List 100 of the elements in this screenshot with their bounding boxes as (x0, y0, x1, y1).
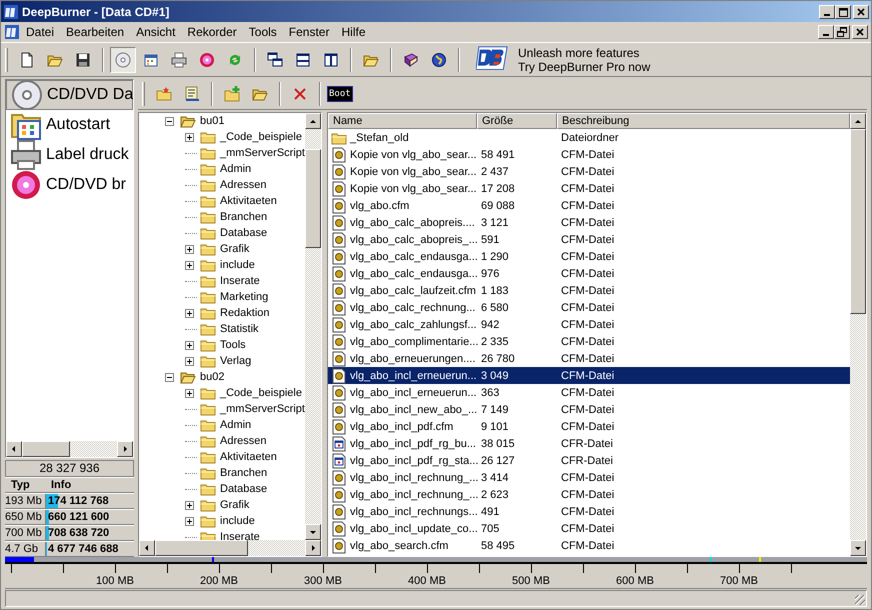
tree-item[interactable]: Admin (219, 163, 252, 175)
tree-item[interactable]: Aktivitaeten (219, 195, 278, 207)
tree-item[interactable]: Aktivitaeten (219, 451, 278, 463)
close-button[interactable] (853, 4, 869, 18)
project-item[interactable]: CD/DVD br (46, 176, 126, 194)
file-row[interactable]: Kopie von vlg_abo_sear... 17 208 CFM-Datei (328, 180, 850, 197)
file-row[interactable]: vlg_abo_incl_new_abo_... 7 149 CFM-Datei (328, 401, 850, 418)
horizontal-scrollbar[interactable] (6, 441, 133, 457)
file-row[interactable]: vlg_abo_incl_rechnung_... 2 623 CFM-Datei (328, 486, 850, 503)
tree-item[interactable]: Redaktion (219, 307, 271, 319)
scroll-left-button[interactable] (6, 441, 22, 457)
file-row[interactable]: vlg_abo_calc_laufzeit.cfm 1 183 CFM-Datei (328, 282, 850, 299)
column-header[interactable]: Beschreibung (557, 113, 850, 129)
file-row[interactable]: vlg_abo_calc_abopreis.... 3 121 CFM-Datei (328, 214, 850, 231)
menu-item[interactable]: Fenster (282, 25, 336, 39)
tree-item[interactable]: Database (219, 227, 268, 239)
file-row[interactable]: vlg_abo_complimentarie... 2 335 CFM-Datei (328, 333, 850, 350)
tree-item[interactable]: Grafik (219, 243, 250, 255)
tree-item[interactable]: Database (219, 483, 268, 495)
file-row[interactable]: vlg_abo_calc_rechnung... 6 580 CFM-Datei (328, 299, 850, 316)
scroll-down-button[interactable] (850, 540, 866, 556)
file-row[interactable]: vlg_abo_calc_endausga... 1 290 CFM-Datei (328, 248, 850, 265)
maximize-button[interactable] (835, 4, 851, 18)
expand-icon[interactable] (185, 516, 194, 526)
column-header[interactable]: Größe (477, 113, 557, 129)
expand-icon[interactable] (185, 308, 194, 318)
boot-button[interactable]: Boot (327, 86, 353, 102)
close-button[interactable] (852, 25, 868, 39)
expand-icon[interactable] (185, 260, 194, 270)
tree-item[interactable]: Branchen (219, 211, 268, 223)
tree-item[interactable]: Branchen (219, 467, 268, 479)
expand-icon[interactable] (185, 340, 194, 350)
scroll-left-button[interactable] (139, 540, 155, 556)
file-row[interactable]: vlg_abo_calc_abopreis_... 591 CFM-Datei (328, 231, 850, 248)
menu-item[interactable]: Hilfe (335, 25, 372, 39)
tree-item[interactable]: Adressen (219, 179, 268, 191)
tree-item[interactable]: Inserate (219, 275, 261, 287)
tree-item[interactable]: _mmServerScript (219, 147, 305, 159)
file-row[interactable]: vlg_abo_incl_erneuerun... 3 049 CFM-Datei (328, 367, 850, 384)
file-row[interactable]: vlg_abo_calc_endausga... 976 CFM-Datei (328, 265, 850, 282)
scroll-thumb[interactable] (155, 540, 248, 556)
tree-item[interactable]: Admin (219, 419, 252, 431)
file-row[interactable]: vlg_abo_incl_rechnung_... 3 414 CFM-Datei (328, 469, 850, 486)
scroll-thumb[interactable] (22, 441, 70, 457)
promo-link[interactable]: Unleash more features (518, 46, 650, 60)
minimize-button[interactable] (819, 4, 835, 18)
expand-icon[interactable] (185, 356, 194, 366)
promo-link[interactable]: Try DeepBurner Pro now (518, 60, 650, 74)
tree-item[interactable]: _mmServerScript (219, 403, 305, 415)
file-row[interactable]: vlg_abo_erneuerungen.... 26 780 CFM-Datei (328, 350, 850, 367)
expand-icon[interactable] (185, 500, 194, 510)
vertical-scrollbar[interactable] (305, 113, 321, 540)
expand-icon[interactable] (185, 132, 194, 142)
scroll-thumb[interactable] (305, 148, 321, 248)
tree-item[interactable]: Adressen (219, 435, 268, 447)
menu-item[interactable]: Tools (242, 25, 283, 39)
column-header[interactable]: Name (328, 113, 477, 129)
file-row[interactable]: vlg_abo_incl_pdf_rg_sta... 26 127 CFR-Datei (328, 452, 850, 469)
collapse-icon[interactable] (165, 372, 174, 382)
tree-item[interactable]: include (219, 259, 256, 271)
scroll-up-button[interactable] (850, 113, 866, 129)
file-row[interactable]: Kopie von vlg_abo_sear... 58 491 CFM-Datei (328, 146, 850, 163)
expand-icon[interactable] (185, 388, 194, 398)
project-item[interactable]: Label druck (46, 146, 129, 164)
tree-item[interactable]: bu02 (199, 371, 226, 383)
minimize-button[interactable] (818, 25, 834, 39)
disc-button[interactable] (110, 46, 136, 72)
restore-button[interactable] (834, 25, 850, 39)
vertical-scrollbar[interactable] (850, 113, 866, 556)
scroll-thumb[interactable] (850, 129, 866, 314)
tree-item[interactable]: bu01 (199, 115, 226, 127)
tree-item[interactable]: include (219, 515, 256, 527)
tree-item[interactable]: Grafik (219, 499, 250, 511)
scroll-up-button[interactable] (305, 113, 321, 129)
scroll-down-button[interactable] (305, 524, 321, 540)
collapse-icon[interactable] (165, 116, 174, 126)
expand-icon[interactable] (185, 244, 194, 254)
tree-item[interactable]: _Code_beispiele (219, 131, 303, 143)
menu-item[interactable]: Bearbeiten (60, 25, 130, 39)
tree-item[interactable]: Tools (219, 339, 247, 351)
scroll-right-button[interactable] (305, 540, 321, 556)
tree-item[interactable]: Inserate (219, 531, 261, 540)
tree-item[interactable]: Marketing (219, 291, 270, 303)
horizontal-scrollbar[interactable] (139, 540, 321, 556)
file-row[interactable]: vlg_abo_incl_pdf_rg_bu... 38 015 CFR-Datei (328, 435, 850, 452)
column-header[interactable]: Typ (5, 478, 45, 492)
menu-item[interactable]: Ansicht (130, 25, 182, 39)
column-header[interactable]: Info (45, 478, 125, 492)
tree-item[interactable]: _Code_beispiele (219, 387, 303, 399)
file-row[interactable]: vlg_abo_incl_rechnungs... 491 CFM-Datei (328, 503, 850, 520)
file-row[interactable]: _Stefan_old Dateiordner (328, 129, 850, 146)
file-row[interactable]: vlg_abo_incl_pdf.cfm 9 101 CFM-Datei (328, 418, 850, 435)
file-row[interactable]: vlg_abo_search.cfm 58 495 CFM-Datei (328, 537, 850, 554)
file-row[interactable]: vlg_abo_incl_erneuerun... 363 CFM-Datei (328, 384, 850, 401)
file-row[interactable]: Kopie von vlg_abo_sear... 2 437 CFM-Datei (328, 163, 850, 180)
project-item[interactable]: Autostart (46, 116, 110, 134)
menu-item[interactable]: Rekorder (181, 25, 243, 39)
tree-item[interactable]: Verlag (219, 355, 252, 367)
file-row[interactable]: vlg_abo_calc_zahlungsf... 942 CFM-Datei (328, 316, 850, 333)
file-row[interactable]: vlg_abo.cfm 69 088 CFM-Datei (328, 197, 850, 214)
